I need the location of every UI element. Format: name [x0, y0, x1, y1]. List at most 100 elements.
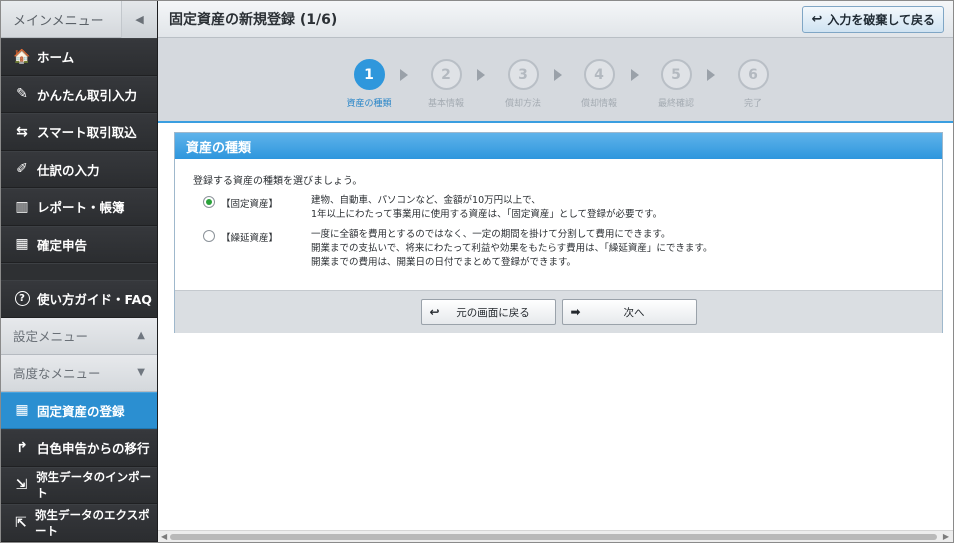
- page-header: 固定資産の新規登録 (1/6) ↩ 入力を破棄して戻る: [158, 1, 953, 38]
- building-icon: ▦: [15, 236, 29, 253]
- button-label: 次へ: [623, 306, 645, 319]
- sidebar-item-label: ホーム: [37, 50, 75, 66]
- home-icon: 🏠: [13, 48, 31, 65]
- settings-menu-toggle[interactable]: 設定メニュー ▲: [1, 317, 157, 355]
- step-number: 6: [737, 59, 769, 90]
- sidebar-title: メインメニュー: [13, 13, 104, 29]
- step-3: 3 償却方法: [488, 59, 558, 109]
- chart-icon: ▥: [15, 198, 29, 215]
- import-icon: ⇆: [16, 123, 28, 140]
- advanced-menu-label: 高度なメニュー: [13, 366, 101, 381]
- sidebar-item-smart-import[interactable]: ⇆ スマート取引取込: [1, 113, 157, 151]
- sidebar-item-simple-entry[interactable]: ✎ かんたん取引入力: [1, 75, 157, 113]
- journal-icon: ✐: [16, 161, 28, 178]
- sidebar-item-yayoi-import[interactable]: ⇲ 弥生データのインポート: [1, 466, 157, 504]
- option-deferred-asset[interactable]: 【繰延資産】 一度に全額を費用とするのではなく、一定の期間を掛けて分割して費用に…: [193, 228, 924, 270]
- file-export-icon: ⇱: [15, 514, 27, 531]
- step-5: 5 最終確認: [641, 59, 711, 109]
- step-number: 1: [353, 59, 385, 90]
- step-label: 償却情報: [580, 99, 617, 109]
- next-button[interactable]: ➡ 次へ: [561, 299, 697, 325]
- description-line: 建物、自動車、パソコンなど、金額が10万円以上で、: [311, 195, 541, 206]
- step-arrow-icon: [554, 69, 562, 81]
- step-arrow-icon: [631, 69, 639, 81]
- deferred-asset-radio[interactable]: [203, 230, 215, 242]
- wizard-steps: 1 資産の種類 2 基本情報 3 償却方法 4 償却情報 5 最終確認 6 完了: [158, 38, 953, 123]
- chevron-down-icon: ▼: [137, 367, 145, 378]
- sidebar-item-home[interactable]: 🏠 ホーム: [1, 38, 157, 76]
- discard-and-return-button[interactable]: ↩ 入力を破棄して戻る: [802, 5, 944, 33]
- sidebar-item-label: 固定資産の登録: [37, 403, 125, 419]
- step-label: 資産の種類: [346, 99, 392, 109]
- step-2: 2 基本情報: [411, 59, 481, 109]
- sidebar-item-reports[interactable]: ▥ レポート・帳簿: [1, 188, 157, 226]
- horizontal-scrollbar[interactable]: ◀ ▶: [158, 530, 953, 542]
- share-arrow-icon: ↱: [16, 439, 28, 456]
- step-number: 3: [507, 59, 539, 90]
- return-icon: ↩: [429, 305, 440, 319]
- panel-title: 資産の種類: [175, 133, 942, 159]
- help-icon: ?: [13, 290, 31, 308]
- description-line: 一度に全額を費用とするのではなく、一定の期間を掛けて分割して費用にできます。: [311, 229, 671, 240]
- advanced-menu-toggle[interactable]: 高度なメニュー ▼: [1, 354, 157, 392]
- asset-type-panel: 資産の種類 登録する資産の種類を選びましょう。 【固定資産】 建物、自動車、パソ…: [174, 132, 943, 333]
- sidebar-item-journal-entry[interactable]: ✐ 仕訳の入力: [1, 150, 157, 188]
- instruction-text: 登録する資産の種類を選びましょう。: [193, 176, 363, 187]
- step-arrow-icon: [477, 69, 485, 81]
- return-icon: ↩: [811, 11, 823, 27]
- scroll-left-icon[interactable]: ◀: [161, 532, 167, 541]
- sidebar-item-migrate[interactable]: ↱ 白色申告からの移行: [1, 429, 157, 467]
- sidebar-item-label: 弥生データのエクスポート: [34, 507, 150, 538]
- step-4: 4 償却情報: [564, 59, 634, 109]
- panel-footer: ↩ 元の画面に戻る ➡ 次へ: [175, 290, 942, 333]
- option-label: 【繰延資産】: [221, 233, 279, 244]
- step-label: 最終確認: [657, 99, 694, 109]
- description-line: 1年以上にわたって事業用に使用する資産は、「固定資産」として登録が必要です。: [311, 209, 663, 220]
- sidebar-item-label: スマート取引取込: [37, 125, 137, 141]
- sidebar-item-label: レポート・帳簿: [37, 200, 125, 216]
- collapse-sidebar-button[interactable]: ◀: [121, 0, 157, 38]
- sidebar-item-guide[interactable]: ? 使い方ガイド・FAQ: [1, 280, 157, 318]
- sidebar: メインメニュー ◀ 🏠 ホーム ✎ かんたん取引入力 ⇆ スマート取引取込 ✐ …: [1, 0, 158, 542]
- step-number: 4: [583, 59, 615, 90]
- sidebar-item-label: 使い方ガイド・FAQ: [37, 292, 152, 308]
- sidebar-spacer: [1, 263, 157, 280]
- option-fixed-asset[interactable]: 【固定資産】 建物、自動車、パソコンなど、金額が10万円以上で、 1年以上にわた…: [193, 194, 924, 222]
- step-label: 償却方法: [504, 99, 541, 109]
- building-icon: ▦: [15, 402, 29, 419]
- step-label: 基本情報: [427, 99, 464, 109]
- sidebar-item-label: 白色申告からの移行: [37, 441, 150, 457]
- sidebar-item-fixed-assets[interactable]: ▦ 固定資産の登録: [1, 391, 157, 429]
- option-description: 建物、自動車、パソコンなど、金額が10万円以上で、 1年以上にわたって事業用に使…: [311, 194, 662, 222]
- sidebar-item-label: 確定申告: [37, 237, 88, 253]
- file-import-icon: ⇲: [15, 477, 28, 494]
- scroll-right-icon[interactable]: ▶: [943, 532, 949, 541]
- pencil-icon: ✎: [16, 86, 28, 103]
- button-label: 元の画面に戻る: [456, 306, 530, 319]
- step-1: 1 資産の種類: [334, 59, 404, 109]
- settings-menu-label: 設定メニュー: [13, 329, 89, 344]
- scrollbar-thumb[interactable]: [170, 534, 937, 540]
- step-6: 6 完了: [718, 59, 788, 109]
- step-arrow-icon: [400, 69, 408, 81]
- option-label: 【固定資産】: [221, 199, 279, 210]
- description-line: 開業までの費用は、開業日の日付でまとめて登録ができます。: [311, 257, 577, 268]
- description-line: 開業までの支払いで、将来にわたって利益や効果をもたらす費用は、「繰延資産」にでき…: [311, 243, 713, 254]
- fixed-asset-radio[interactable]: [203, 196, 215, 208]
- sidebar-item-label: 仕訳の入力: [37, 162, 100, 178]
- sidebar-item-tax-return[interactable]: ▦ 確定申告: [1, 225, 157, 263]
- page-title: 固定資産の新規登録 (1/6): [169, 12, 338, 28]
- sidebar-item-label: 弥生データのインポート: [36, 470, 152, 501]
- step-number: 2: [430, 59, 462, 90]
- step-number: 5: [660, 59, 692, 90]
- step-label: 完了: [743, 99, 762, 109]
- step-arrow-icon: [707, 69, 715, 81]
- chevron-up-icon: ▲: [137, 330, 145, 341]
- chevron-left-icon: ◀: [135, 12, 144, 26]
- sidebar-header: メインメニュー ◀: [1, 0, 157, 38]
- main-content: 資産の種類 登録する資産の種類を選びましょう。 【固定資産】 建物、自動車、パソ…: [158, 125, 953, 530]
- sidebar-item-label: かんたん取引入力: [37, 87, 138, 103]
- return-to-previous-button[interactable]: ↩ 元の画面に戻る: [420, 299, 556, 325]
- arrow-right-icon: ➡: [570, 305, 581, 319]
- sidebar-item-yayoi-export[interactable]: ⇱ 弥生データのエクスポート: [1, 504, 157, 542]
